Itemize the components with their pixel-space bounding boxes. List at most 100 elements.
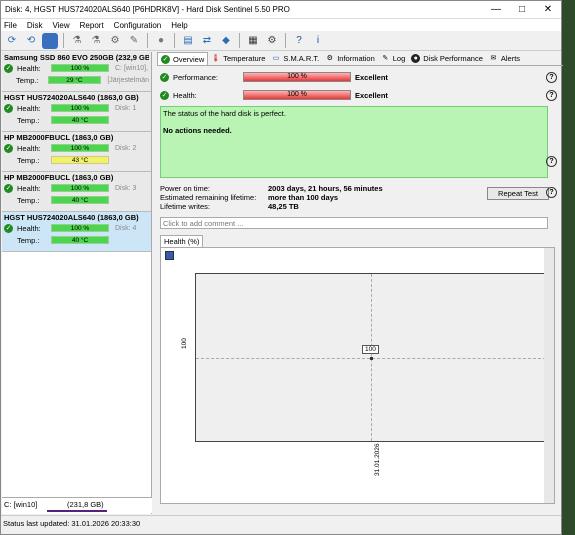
disk-name: Samsung SSD 860 EVO 250GB (232,9 GB) — [4, 53, 149, 62]
help-icon[interactable]: ? — [291, 33, 307, 49]
info-key: Estimated remaining lifetime: — [160, 193, 257, 202]
toolbar-separator — [285, 33, 286, 48]
settings-icon[interactable]: ⚙ — [264, 33, 280, 49]
disk-side-info: C: [win10], — [115, 64, 149, 72]
health-label: Health: — [17, 183, 41, 193]
menu-configuration[interactable]: Configuration — [114, 21, 162, 30]
disk-side-info: Disk: 1 — [115, 104, 137, 112]
tab-log[interactable]: ✎ Log — [378, 52, 409, 65]
tab-overview[interactable]: ✓ Overview — [157, 52, 209, 65]
disk-temp-row: Temp.: 43 °C — [4, 154, 149, 166]
temp-bar: 40 °C — [51, 196, 109, 204]
health-label: Health: — [17, 103, 41, 113]
maximize-button[interactable]: □ — [509, 4, 535, 15]
toolbar-separator — [174, 33, 175, 48]
disk-item-0[interactable]: Samsung SSD 860 EVO 250GB (232,9 GB) ✓ H… — [2, 52, 151, 92]
test-icon[interactable]: ⚗ — [69, 33, 85, 49]
info-value: more than 100 days — [268, 193, 339, 202]
info-row: Lifetime writes: 48,25 TB — [160, 202, 563, 211]
performance-rating: Excellent — [355, 72, 388, 82]
health-label: Health: — [17, 63, 41, 73]
help-icon[interactable]: ? — [546, 71, 557, 83]
info-key: Power on time: — [160, 184, 211, 193]
menu-view[interactable]: View — [52, 21, 69, 30]
menu-bar: File Disk View Report Configuration Help — [1, 19, 561, 31]
help-icon[interactable]: ? — [546, 156, 557, 167]
save-icon[interactable] — [165, 251, 174, 260]
temp-label: Temp.: — [17, 115, 40, 125]
tab-alerts[interactable]: ✉ Alerts — [486, 52, 523, 65]
disk-item-2[interactable]: HP MB2000FBUCL (1863,0 GB) ✓ Health: 100… — [2, 132, 151, 172]
comment-input[interactable]: Click to add comment ... — [160, 217, 548, 229]
health-bar: 100 % — [51, 64, 109, 72]
disk-health-row: ✓ Health: 100 % Disk: 2 — [4, 142, 149, 154]
disk-item-4[interactable]: HGST HUS724020ALS640 (1863,0 GB) ✓ Healt… — [2, 212, 151, 252]
disk-name: HGST HUS724020ALS640 (1863,0 GB) — [4, 93, 139, 102]
check-icon: ✓ — [160, 72, 169, 82]
refresh-icon[interactable]: ⟳ — [4, 33, 20, 49]
tab-smart[interactable]: ▭ S.M.A.R.T. — [268, 52, 322, 65]
surface-test-icon[interactable]: ⚗ — [88, 33, 104, 49]
disk-refresh-icon[interactable]: ⟲ — [23, 33, 39, 49]
check-icon: ✓ — [4, 103, 13, 113]
menu-help[interactable]: Help — [171, 21, 187, 30]
info-value: 2003 days, 21 hours, 56 minutes — [268, 184, 383, 193]
disk-temp-row: Temp.: 40 °C — [4, 194, 149, 206]
check-icon: ✓ — [4, 63, 13, 73]
title-bar: Disk: 4, HGST HUS724020ALS640 [P6HDRK8V]… — [1, 1, 561, 19]
scrollbar[interactable] — [544, 248, 554, 503]
volume-item[interactable]: C: [win10] (231,8 GB) — [2, 497, 152, 513]
wrench-icon[interactable]: ✎ — [126, 33, 142, 49]
network-icon[interactable]: ◆ — [218, 33, 234, 49]
tab-health-percent[interactable]: Health (%) — [160, 235, 204, 247]
check-icon: ✓ — [161, 54, 170, 64]
info-value: 48,25 TB — [268, 202, 299, 211]
chart-icon[interactable]: ▦ — [245, 33, 261, 49]
status-text-box: The status of the hard disk is perfect. … — [160, 106, 548, 178]
disk-name: HP MB2000FBUCL (1863,0 GB) — [4, 173, 114, 182]
volume-usage-bar — [47, 510, 107, 512]
menu-file[interactable]: File — [4, 21, 17, 30]
check-icon: ✓ — [4, 143, 13, 153]
disk-name: HGST HUS724020ALS640 (1863,0 GB) — [4, 213, 139, 222]
disk-item-3[interactable]: HP MB2000FBUCL (1863,0 GB) ✓ Health: 100… — [2, 172, 151, 212]
disk-health-row: ✓ Health: 100 % Disk: 4 — [4, 222, 149, 234]
tab-temperature[interactable]: 🌡 Temperature — [208, 52, 268, 65]
document-icon[interactable]: ▤ — [180, 33, 196, 49]
disk-side-info: Disk: 3 — [115, 184, 137, 192]
repeat-test-button[interactable]: Repeat Test — [487, 187, 549, 200]
disk-side-info: Disk: 4 — [115, 224, 137, 232]
menu-disk[interactable]: Disk — [27, 21, 43, 30]
info-icon[interactable]: i — [310, 33, 326, 49]
health-label: Health: — [173, 90, 197, 100]
report-icon[interactable] — [42, 32, 58, 49]
info-key: Lifetime writes: — [160, 202, 211, 211]
disk-list-panel: Samsung SSD 860 EVO 250GB (232,9 GB) ✓ H… — [2, 52, 152, 514]
check-icon: ✓ — [160, 90, 169, 100]
temp-label: Temp.: — [17, 155, 40, 165]
close-button[interactable]: ✕ — [535, 4, 561, 15]
toolbar-separator — [63, 33, 64, 48]
menu-report[interactable]: Report — [80, 21, 104, 30]
acoustic-icon[interactable]: ● — [153, 33, 169, 49]
tab-disk-performance[interactable]: ● Disk Performance — [408, 52, 486, 65]
health-bar: 100 % — [51, 224, 109, 232]
disk-test-icon[interactable]: ⚙ — [107, 33, 123, 49]
sync-icon[interactable]: ⇄ — [199, 33, 215, 49]
help-icon[interactable]: ? — [546, 187, 557, 198]
tab-label: Information — [337, 54, 375, 63]
chart-data-label: 100 — [362, 345, 379, 354]
disk-temp-row: Temp.: 29 °C [Järjestelmän — [4, 74, 149, 86]
help-icon[interactable]: ? — [546, 89, 557, 101]
health-label: Health: — [17, 143, 41, 153]
disk-side-info: [Järjestelmän — [107, 76, 149, 84]
status-bar: Status last updated: 31.01.2026 20:33:30 — [1, 515, 561, 529]
disk-item-1[interactable]: HGST HUS724020ALS640 (1863,0 GB) ✓ Healt… — [2, 92, 151, 132]
tab-label: Log — [392, 54, 406, 63]
health-label: Health: — [17, 223, 41, 233]
minimize-button[interactable]: — — [483, 4, 509, 15]
disk-temp-row: Temp.: 40 °C — [4, 114, 149, 126]
toolbar: ⟳ ⟲ ⚗ ⚗ ⚙ ✎ ● ▤ ⇄ ◆ ▦ ⚙ ? i — [1, 31, 561, 51]
tab-information[interactable]: ⚙ Information — [322, 52, 378, 65]
toolbar-separator — [239, 33, 240, 48]
